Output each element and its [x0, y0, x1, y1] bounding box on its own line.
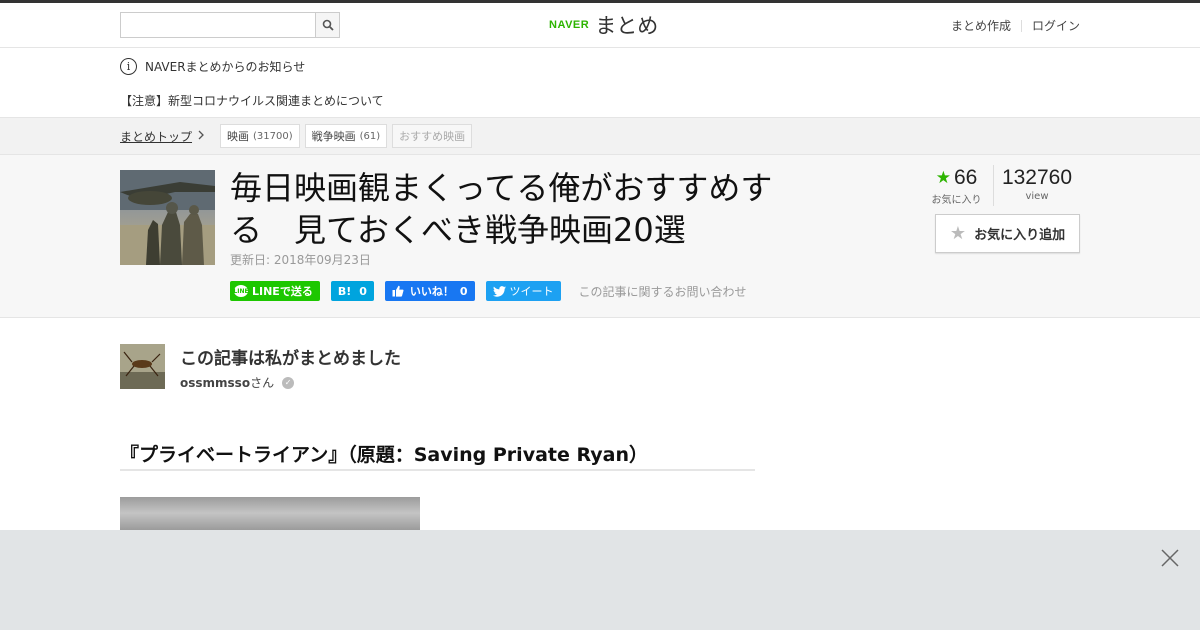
breadcrumb: まとめトップ 映画 (31700) 戦争映画 (61) おすすめ映画	[0, 118, 1200, 155]
tag-count: (31700)	[253, 130, 293, 142]
tag-recommended-movie[interactable]: おすすめ映画	[392, 124, 473, 148]
star-outline-icon: ★	[949, 223, 967, 243]
breadcrumb-top-link[interactable]: まとめトップ	[120, 128, 205, 145]
author-avatar[interactable]	[120, 344, 165, 389]
hatena-count: 0	[359, 284, 367, 298]
add-favorite-button[interactable]: ★ お気に入り追加	[935, 214, 1080, 253]
line-icon: LINE	[233, 285, 249, 297]
line-share-button[interactable]: LINE LINEで送る	[230, 281, 320, 301]
tag-count: (61)	[359, 130, 381, 142]
notice-area: i NAVERまとめからのお知らせ 【注意】新型コロナウイルス関連まとめについて	[0, 48, 1200, 118]
line-share-label: LINEで送る	[252, 285, 313, 298]
tag-label: 映画	[227, 130, 249, 143]
verified-check-icon: ✓	[282, 376, 295, 389]
hatena-icon: B!	[337, 284, 352, 298]
facebook-like-count: 0	[459, 284, 468, 298]
hatena-bookmark-button[interactable]: B! 0	[330, 281, 374, 301]
article-stats: ★ 66 お気に入り 132760 view	[920, 165, 1080, 206]
notice-item-link[interactable]: 【注意】新型コロナウイルス関連まとめについて	[120, 92, 384, 109]
site-logo[interactable]: NAVER まとめ	[549, 11, 658, 39]
search-input[interactable]	[120, 12, 315, 38]
favorites-count: 66	[953, 166, 978, 189]
logo-service: まとめ	[595, 14, 659, 38]
author-name-link[interactable]: ossmmssoさん	[180, 374, 274, 391]
share-buttons: LINE LINEで送る B! 0 いいね！ 0 ツイート この記事に関するお問…	[230, 281, 747, 301]
facebook-like-label: いいね！	[409, 285, 454, 298]
article-header: 毎日映画観まくってる俺がおすすめする 見ておくべき戦争映画20選 更新日: 20…	[0, 155, 1200, 318]
bottom-ad-overlay	[0, 530, 1200, 630]
thumbs-up-icon	[392, 285, 404, 297]
site-header: NAVER まとめ まとめ作成 ログイン	[0, 3, 1200, 48]
search-form	[120, 12, 340, 38]
favorites-count-row: ★ 66	[920, 165, 993, 191]
chevron-right-icon	[198, 130, 205, 143]
tag-list: 映画 (31700) 戦争映画 (61) おすすめ映画	[220, 124, 473, 148]
tag-label: 戦争映画	[311, 130, 356, 143]
views-stat: 132760 view	[994, 165, 1080, 206]
create-matome-link[interactable]: まとめ作成	[951, 17, 1011, 34]
breadcrumb-top-label: まとめトップ	[120, 130, 193, 144]
article-thumbnail	[120, 170, 215, 265]
login-link[interactable]: ログイン	[1032, 17, 1080, 34]
author-heading: この記事は私がまとめました	[180, 349, 401, 369]
article-title: 毎日映画観まくってる俺がおすすめする 見ておくべき戦争映画20選	[230, 169, 773, 249]
logo-brand: NAVER	[549, 19, 590, 31]
tweet-label: ツイート	[509, 285, 554, 298]
add-favorite-label: お気に入り追加	[974, 227, 1066, 242]
author-name-row: ossmmssoさん ✓	[180, 374, 295, 391]
info-icon: i	[120, 58, 137, 75]
tweet-button[interactable]: ツイート	[485, 281, 561, 301]
favorites-stat: ★ 66 お気に入り	[920, 165, 994, 206]
nav-divider	[1020, 19, 1022, 32]
close-icon[interactable]	[1160, 548, 1180, 568]
tag-label: おすすめ映画	[399, 130, 466, 143]
search-icon	[322, 19, 334, 31]
star-icon: ★	[935, 168, 951, 187]
header-nav: まとめ作成 ログイン	[951, 17, 1080, 34]
twitter-bird-icon	[492, 285, 506, 297]
notice-title-text: NAVERまとめからのお知らせ	[145, 60, 306, 74]
notice-title: i NAVERまとめからのお知らせ	[120, 58, 305, 75]
views-count: 132760	[1001, 166, 1073, 189]
views-label: view	[1025, 191, 1049, 202]
author-suffix: さん	[250, 376, 275, 390]
tag-movie[interactable]: 映画 (31700)	[220, 124, 300, 148]
article-inquiry-link[interactable]: この記事に関するお問い合わせ	[579, 283, 747, 300]
facebook-like-button[interactable]: いいね！ 0	[384, 281, 475, 301]
author-name: ossmmsso	[180, 376, 251, 390]
updated-date: 更新日: 2018年09月23日	[230, 253, 371, 267]
favorites-label: お気に入り	[931, 195, 982, 206]
search-button[interactable]	[315, 12, 340, 38]
section-heading: 『プライベートライアン』（原題：Saving Private Ryan）	[120, 440, 755, 471]
tag-war-movie[interactable]: 戦争映画 (61)	[304, 124, 388, 148]
